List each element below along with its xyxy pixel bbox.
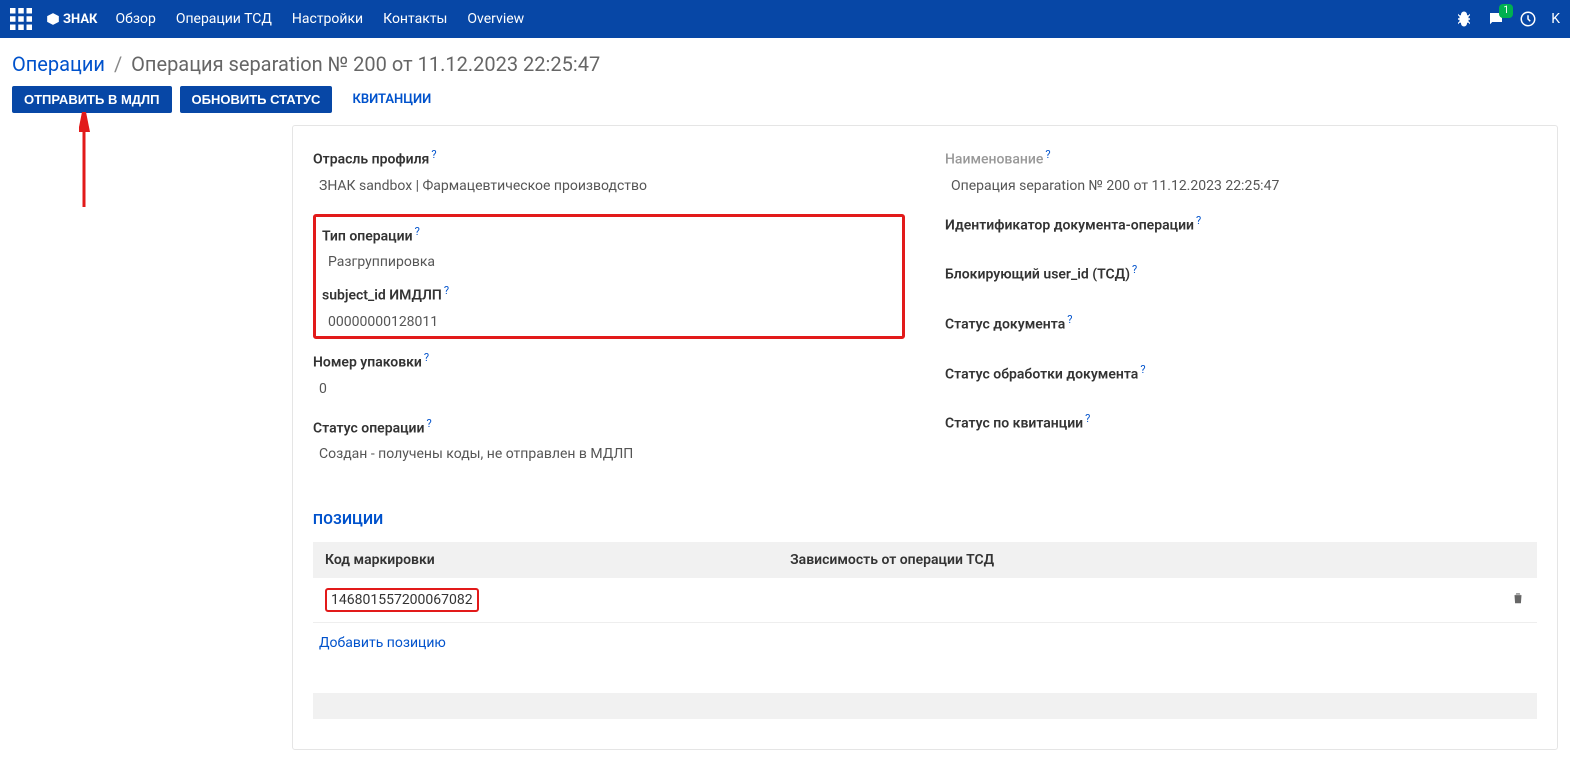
label-subject-id: subject_id ИМДЛП?: [322, 284, 449, 304]
add-position-link[interactable]: Добавить позицию: [313, 623, 452, 663]
help-icon[interactable]: ?: [1132, 263, 1137, 276]
label-receipt-status: Статус по квитанции?: [945, 412, 1090, 432]
help-icon[interactable]: ?: [415, 225, 420, 238]
user-initial[interactable]: K: [1551, 11, 1560, 27]
send-mdlp-button[interactable]: ОТПРАВИТЬ В МДЛП: [12, 86, 172, 113]
help-icon[interactable]: ?: [424, 351, 429, 364]
chat-badge: 1: [1499, 4, 1513, 18]
label-name: Наименование?: [945, 148, 1051, 168]
field-doc-id: Идентификатор документа-операции?: [945, 214, 1537, 244]
help-icon[interactable]: ?: [1196, 214, 1201, 227]
clock-icon[interactable]: [1519, 10, 1537, 28]
label-op-status: Статус операции?: [313, 417, 432, 437]
field-package-num: Номер упаковки? 0: [313, 351, 905, 397]
help-icon[interactable]: ?: [1067, 313, 1072, 326]
action-row: ОТПРАВИТЬ В МДЛП ОБНОВИТЬ СТАТУС КВИТАНЦ…: [0, 86, 1570, 125]
table-header-row: Код маркировки Зависимость от операции Т…: [313, 542, 1537, 578]
logo-text: ЗНАК: [63, 12, 97, 27]
label-op-type: Тип операции?: [322, 225, 420, 245]
positions-title: ПОЗИЦИИ: [313, 512, 1537, 528]
value-subject-id: 00000000128011: [322, 314, 896, 330]
field-op-type: Тип операции? Разгруппировка: [322, 225, 896, 271]
help-icon[interactable]: ?: [431, 148, 436, 161]
delete-icon[interactable]: [1511, 593, 1525, 609]
nav-item-overview-en[interactable]: Overview: [467, 11, 524, 27]
bug-icon[interactable]: [1455, 10, 1473, 28]
field-name: Наименование? Операция separation № 200 …: [945, 148, 1537, 194]
nav-item-contacts[interactable]: Контакты: [383, 11, 447, 27]
col-code: Код маркировки: [313, 542, 778, 578]
nav-item-settings[interactable]: Настройки: [292, 11, 363, 27]
breadcrumb: Операции / Операция separation № 200 от …: [0, 38, 1570, 86]
help-icon[interactable]: ?: [1140, 363, 1145, 376]
fields-grid: Отрасль профиля? ЗНАК sandbox | Фармацев…: [313, 148, 1537, 482]
table-row: 146801557200067082: [313, 578, 1537, 623]
update-status-button[interactable]: ОБНОВИТЬ СТАТУС: [180, 86, 333, 113]
help-icon[interactable]: ?: [1085, 412, 1090, 425]
chat-icon[interactable]: 1: [1487, 10, 1505, 28]
field-doc-status: Статус документа?: [945, 313, 1537, 343]
top-header: ЗНАК Обзор Операции ТСД Настройки Контак…: [0, 0, 1570, 38]
label-doc-status: Статус документа?: [945, 313, 1072, 333]
marking-code[interactable]: 146801557200067082: [325, 588, 479, 612]
label-doc-id: Идентификатор документа-операции?: [945, 214, 1201, 234]
help-icon[interactable]: ?: [1045, 148, 1050, 161]
help-icon[interactable]: ?: [426, 417, 431, 430]
field-subject-id: subject_id ИМДЛП? 00000000128011: [322, 284, 896, 330]
value-profile-industry: ЗНАК sandbox | Фармацевтическое производ…: [313, 178, 905, 194]
value-op-status: Создан - получены коды, не отправлен в М…: [313, 446, 905, 462]
cell-dependency: [778, 578, 1497, 623]
fields-left: Отрасль профиля? ЗНАК sandbox | Фармацев…: [313, 148, 905, 482]
logo[interactable]: ЗНАК: [46, 12, 97, 27]
highlight-box-op-subject: Тип операции? Разгруппировка subject_id …: [313, 214, 905, 339]
label-blocking-user: Блокирующий user_id (ТСД)?: [945, 263, 1137, 283]
cell-code: 146801557200067082: [313, 578, 778, 623]
field-profile-industry: Отрасль профиля? ЗНАК sandbox | Фармацев…: [313, 148, 905, 194]
label-package-num: Номер упаковки?: [313, 351, 429, 371]
label-profile-industry: Отрасль профиля?: [313, 148, 437, 168]
nav-items: Обзор Операции ТСД Настройки Контакты Ov…: [115, 11, 524, 27]
apps-menu-icon[interactable]: [10, 8, 32, 30]
cell-delete: [1497, 578, 1537, 623]
value-name: Операция separation № 200 от 11.12.2023 …: [945, 178, 1537, 194]
field-blocking-user: Блокирующий user_id (ТСД)?: [945, 263, 1537, 293]
value-op-type: Разгруппировка: [322, 254, 896, 270]
col-dependency: Зависимость от операции ТСД: [778, 542, 1497, 578]
col-actions: [1497, 542, 1537, 578]
field-doc-processing: Статус обработки документа?: [945, 363, 1537, 393]
field-op-status: Статус операции? Создан - получены коды,…: [313, 417, 905, 463]
positions-table: Код маркировки Зависимость от операции Т…: [313, 542, 1537, 623]
content-wrap: Отрасль профиля? ЗНАК sandbox | Фармацев…: [0, 125, 1570, 750]
nav-item-operations-tsd[interactable]: Операции ТСД: [176, 11, 272, 27]
header-right: 1 K: [1455, 10, 1560, 28]
fields-right: Наименование? Операция separation № 200 …: [945, 148, 1537, 482]
footer-bar: [313, 693, 1537, 719]
left-spacer: [12, 125, 292, 750]
help-icon[interactable]: ?: [444, 284, 449, 297]
field-receipt-status: Статус по квитанции?: [945, 412, 1537, 442]
nav-item-overview-ru[interactable]: Обзор: [115, 11, 155, 27]
breadcrumb-current: Операция separation № 200 от 11.12.2023 …: [131, 52, 600, 76]
value-package-num: 0: [313, 381, 905, 397]
receipts-tab[interactable]: КВИТАНЦИИ: [340, 86, 443, 113]
label-doc-processing: Статус обработки документа?: [945, 363, 1146, 383]
breadcrumb-root[interactable]: Операции: [12, 52, 105, 76]
main-panel: Отрасль профиля? ЗНАК sandbox | Фармацев…: [292, 125, 1558, 750]
breadcrumb-sep: /: [114, 52, 122, 76]
